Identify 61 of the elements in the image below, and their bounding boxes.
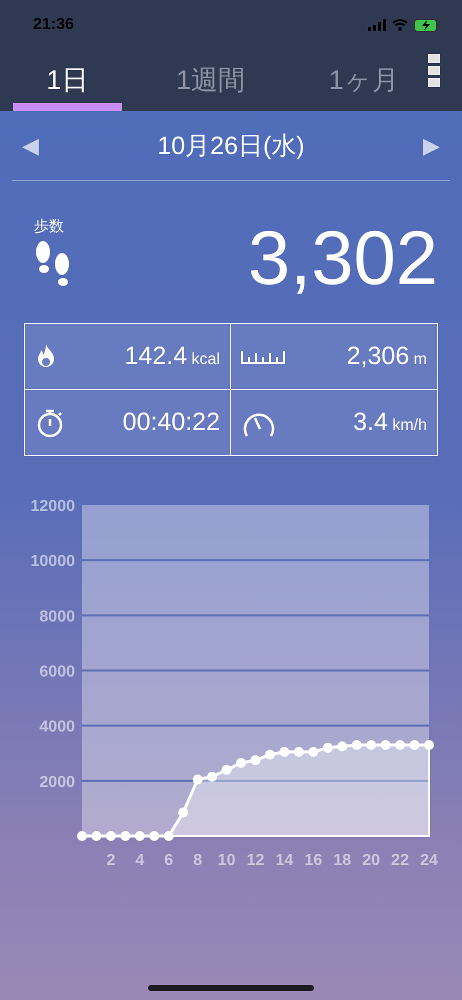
data-point bbox=[222, 764, 232, 775]
x-axis-label: 22 bbox=[391, 852, 409, 869]
stopwatch-icon bbox=[35, 408, 65, 438]
y-axis-label: 4000 bbox=[39, 718, 75, 736]
data-point bbox=[120, 831, 130, 841]
period-tab[interactable]: 1ヶ月 bbox=[300, 50, 428, 111]
previous-day-button[interactable]: ◀ bbox=[22, 132, 39, 158]
x-axis-label: 14 bbox=[276, 852, 294, 869]
data-point bbox=[395, 740, 406, 750]
data-point bbox=[207, 772, 218, 782]
x-axis-label: 8 bbox=[193, 852, 202, 869]
data-point bbox=[380, 740, 391, 750]
data-point bbox=[134, 831, 145, 841]
data-point bbox=[264, 750, 275, 760]
data-point bbox=[106, 831, 116, 841]
steps-label: 歩数 bbox=[34, 217, 65, 236]
data-point bbox=[236, 758, 246, 768]
data-point bbox=[337, 741, 348, 752]
data-point bbox=[77, 831, 87, 841]
data-point bbox=[149, 831, 160, 841]
data-point bbox=[192, 774, 203, 784]
stat-value: 3.4 km/h bbox=[353, 408, 427, 437]
data-point bbox=[322, 742, 333, 753]
stat-value: 142.4 kcal bbox=[124, 342, 220, 371]
x-axis-label: 20 bbox=[362, 852, 380, 869]
stat-value: 00:40:22 bbox=[122, 408, 220, 437]
x-axis-label: 4 bbox=[135, 852, 144, 869]
x-axis-label: 10 bbox=[218, 852, 236, 869]
status-time: 21:36 bbox=[33, 16, 74, 34]
x-axis-label: 16 bbox=[304, 852, 322, 869]
data-point bbox=[91, 831, 102, 841]
data-point bbox=[366, 740, 376, 750]
data-point bbox=[308, 746, 318, 757]
data-point bbox=[164, 831, 174, 841]
data-point bbox=[178, 808, 188, 818]
data-point bbox=[410, 740, 420, 750]
x-axis-label: 2 bbox=[106, 852, 116, 869]
battery-icon bbox=[414, 18, 440, 32]
data-point bbox=[294, 746, 304, 757]
period-tab[interactable]: 1週間 bbox=[122, 50, 300, 111]
steps-count: 3,302 bbox=[248, 221, 438, 297]
next-day-button[interactable]: ▶ bbox=[422, 132, 440, 158]
data-point bbox=[250, 755, 260, 766]
wifi-icon bbox=[392, 19, 408, 31]
ruler-icon bbox=[241, 350, 285, 364]
data-point bbox=[279, 746, 290, 757]
x-axis-label: 12 bbox=[246, 852, 264, 869]
signal-icon bbox=[368, 19, 386, 31]
x-axis-label: 18 bbox=[333, 852, 352, 869]
data-point bbox=[352, 740, 362, 750]
period-tab[interactable]: 1日 bbox=[13, 50, 122, 111]
data-point bbox=[424, 740, 434, 750]
y-axis-label: 6000 bbox=[39, 664, 75, 680]
y-axis-label: 12000 bbox=[30, 498, 75, 515]
x-axis-label: 24 bbox=[420, 852, 438, 869]
y-axis-label: 2000 bbox=[39, 774, 75, 791]
y-axis-label: 8000 bbox=[39, 608, 75, 626]
stat-value: 2,306 m bbox=[346, 342, 427, 371]
y-axis-label: 10000 bbox=[30, 553, 75, 570]
date-title: 10月26日(水) bbox=[157, 131, 305, 162]
x-axis-label: 6 bbox=[164, 852, 174, 869]
